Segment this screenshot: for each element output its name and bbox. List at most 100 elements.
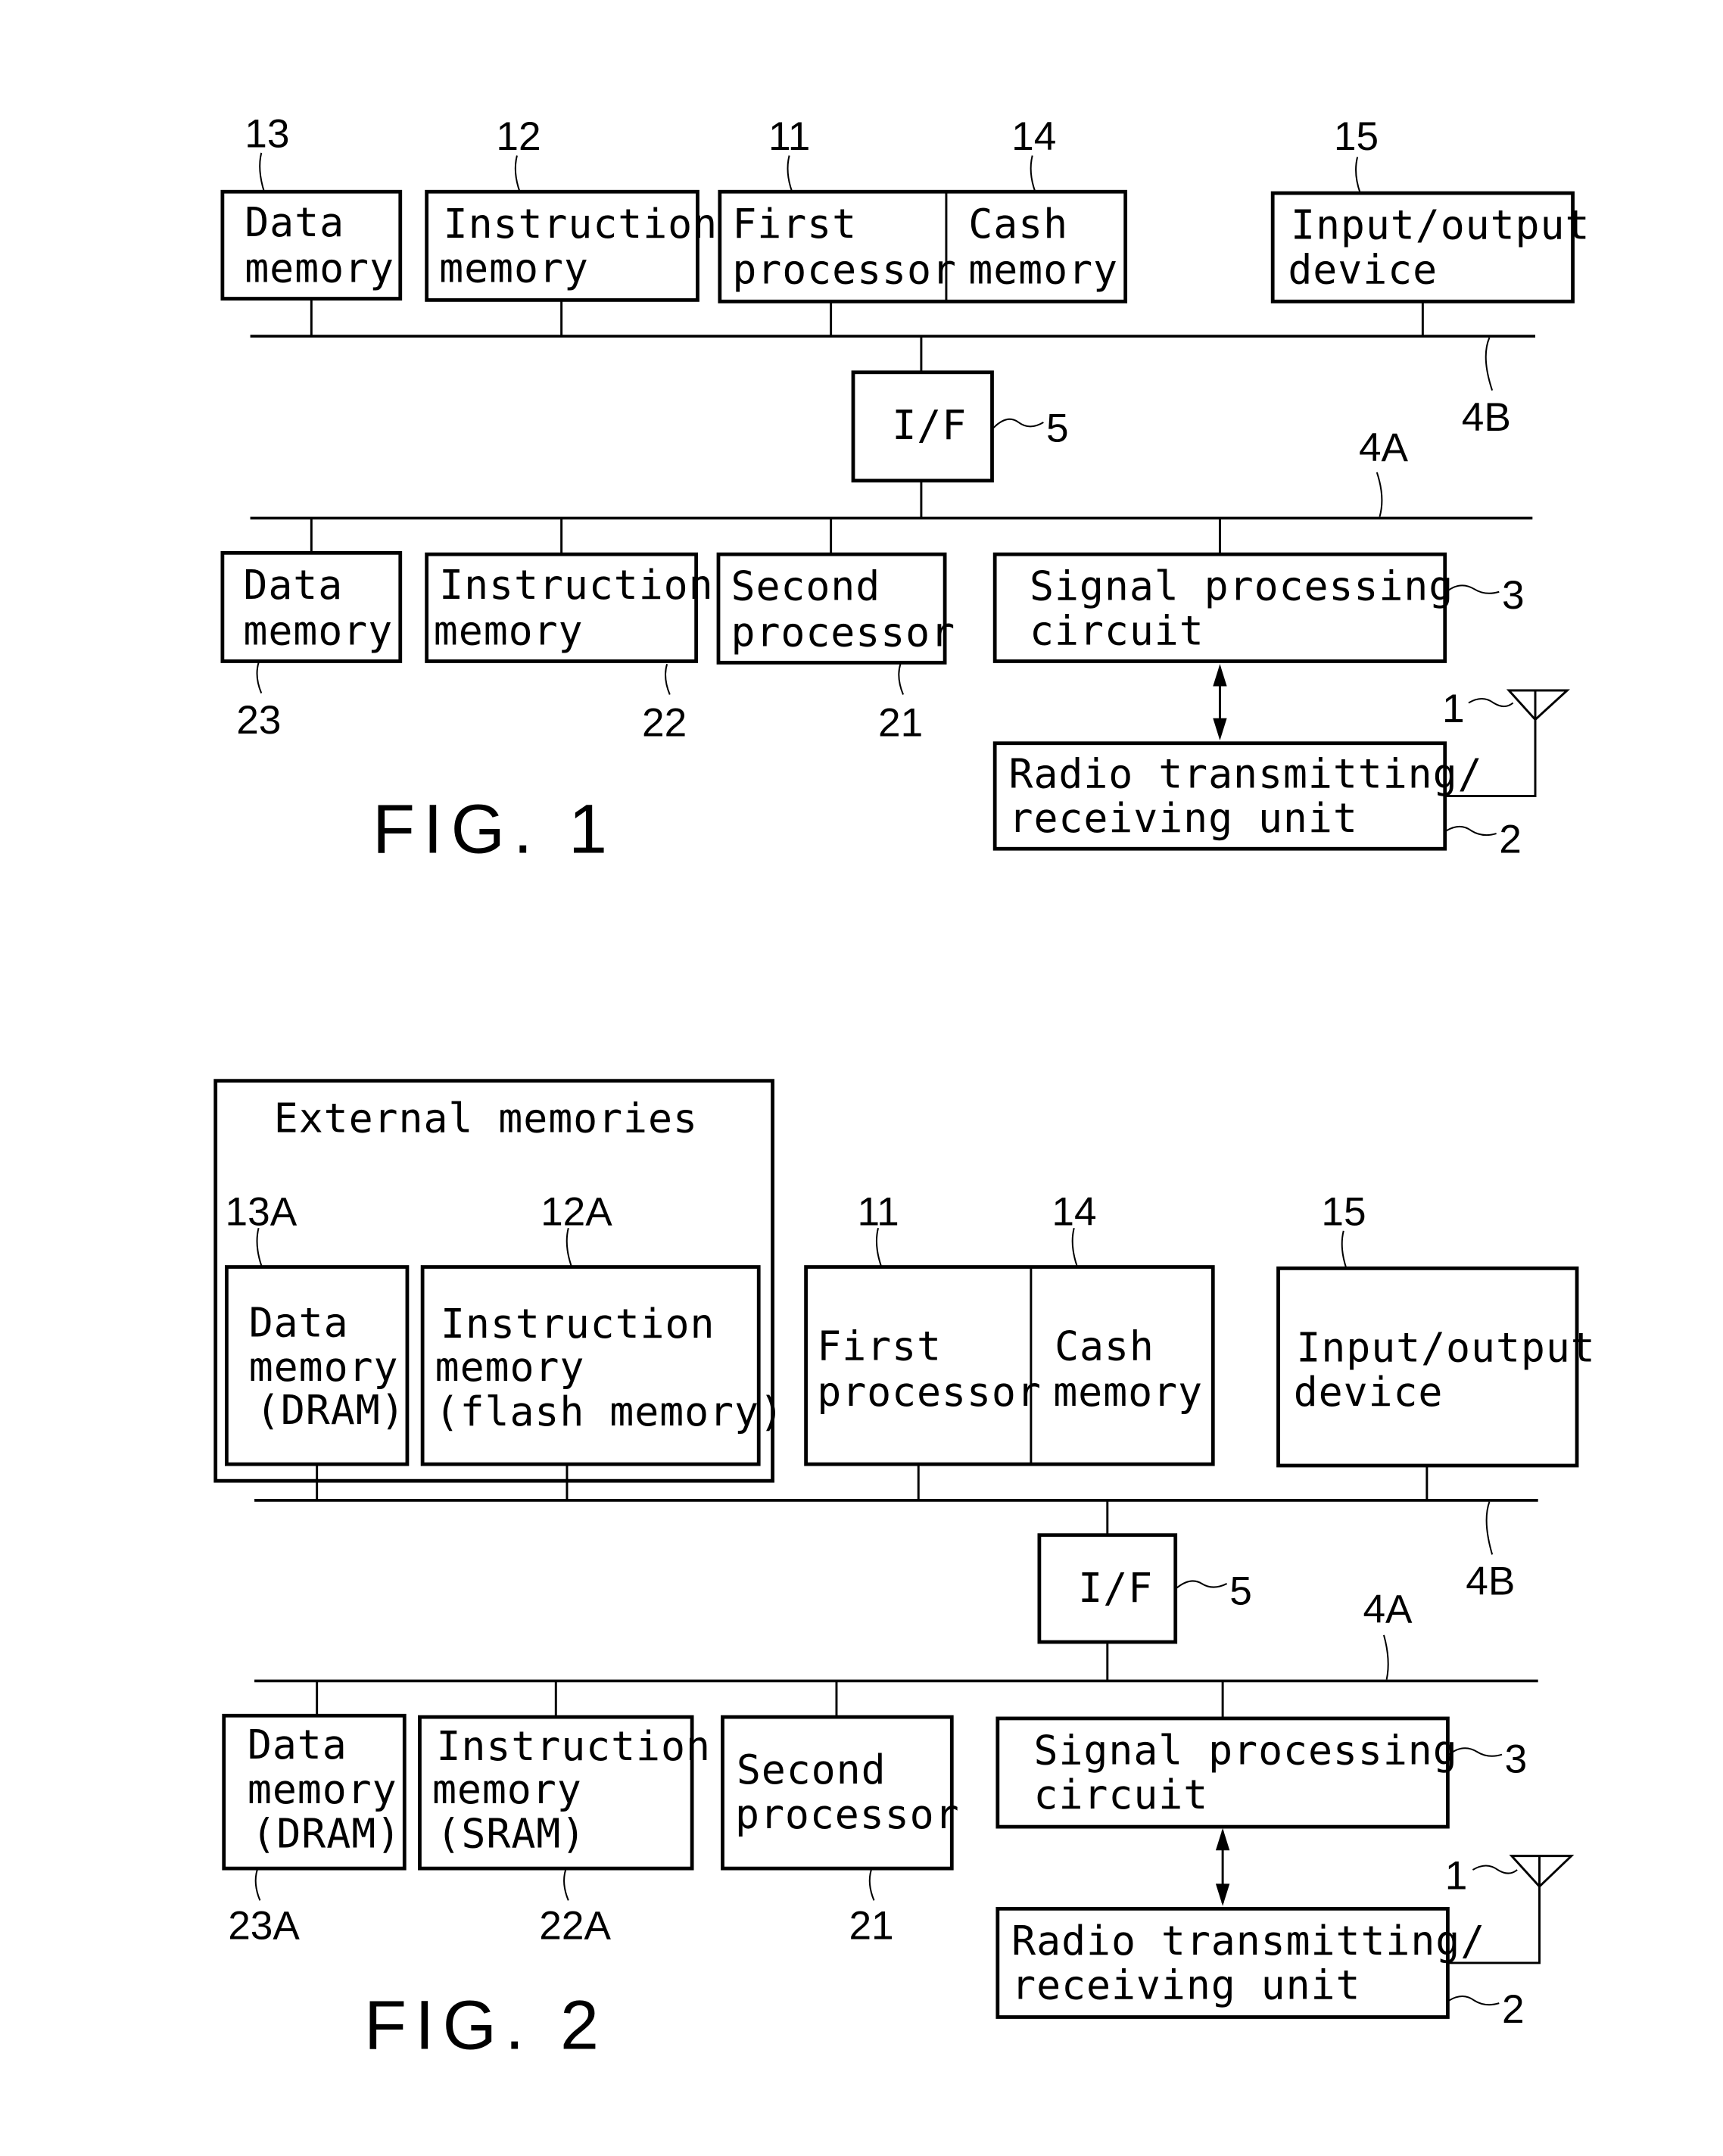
- patent-drawing: Data memory 13 Instruction memory 12 Fir…: [213, 112, 1595, 2064]
- leader-line: [1448, 1995, 1500, 2006]
- leader-line: [1468, 698, 1514, 708]
- leader-line: [563, 1869, 569, 1901]
- figure-caption: FIG. 2: [364, 1987, 607, 2064]
- block-signal-processing: Signal processing circuit 3: [992, 552, 1525, 663]
- ref-numeral: 5: [1046, 407, 1069, 451]
- ref-numeral: 14: [1052, 1190, 1096, 1235]
- ref-numeral: 12: [496, 114, 541, 159]
- ref-numeral: 1: [1442, 687, 1465, 731]
- figure-2: External memories Data memory (DRAM) 13A…: [213, 1079, 1595, 2064]
- leader-line: [898, 663, 904, 695]
- ref-numeral: 23A: [228, 1904, 300, 1949]
- leader-line: [1176, 1580, 1228, 1589]
- block-label: Second: [737, 1746, 886, 1793]
- block-label: (SRAM): [436, 1811, 586, 1858]
- block-label: circuit: [1034, 1771, 1209, 1818]
- block-label: Instruction: [439, 562, 713, 609]
- block-label: Instruction: [441, 1301, 715, 1348]
- leader-line: [1030, 155, 1036, 192]
- leader-line: [1383, 1634, 1389, 1680]
- block-label: device: [1294, 1369, 1444, 1416]
- block-instruction-memory-2: Instruction memory 22: [425, 552, 713, 746]
- block-label: (DRAM): [251, 1811, 401, 1858]
- block-data-memory-2: Data memory (DRAM) 23A: [222, 1713, 407, 1949]
- ref-numeral: 2: [1502, 1987, 1525, 2032]
- bus-label-4a: 4A: [1363, 1587, 1413, 1631]
- block-label: circuit: [1030, 607, 1204, 654]
- block-label: Input/output: [1296, 1324, 1595, 1371]
- block-data-memory: Data memory 13: [220, 112, 403, 301]
- leader-line: [665, 663, 671, 695]
- block-signal-processing: Signal processing circuit 3: [995, 1716, 1528, 1829]
- block-label: processor: [732, 246, 957, 293]
- bidirectional-arrow-icon: [1215, 1827, 1230, 1906]
- leader-line: [1485, 1501, 1494, 1555]
- ref-numeral: 5: [1229, 1569, 1252, 1613]
- ref-numeral: 12A: [541, 1190, 612, 1235]
- block-interface: I/F 5: [851, 370, 1069, 483]
- block-radio-unit: Radio transmitting/ receiving unit 2: [995, 1906, 1525, 2032]
- block-label: memory: [434, 607, 584, 654]
- block-label: memory: [1053, 1369, 1203, 1416]
- block-label: First: [732, 201, 857, 248]
- leader-line: [1485, 337, 1494, 391]
- block-label: Data: [248, 1721, 347, 1768]
- block-label: Signal processing: [1034, 1728, 1458, 1774]
- leader-line: [254, 1869, 261, 1901]
- ref-numeral: 21: [878, 701, 923, 746]
- block-label: receiving unit: [1009, 795, 1358, 842]
- block-label: memory: [432, 1766, 582, 1813]
- block-label: I/F: [1078, 1565, 1153, 1612]
- block-instruction-memory-2: Instruction memory (SRAM) 22A: [418, 1715, 710, 1949]
- block-label: receiving unit: [1011, 1962, 1360, 2009]
- ref-numeral: 21: [849, 1904, 893, 1949]
- ref-numeral: 1: [1445, 1854, 1468, 1899]
- leader-line: [787, 155, 793, 192]
- block-label: I/F: [892, 402, 967, 449]
- leader-line: [1472, 1865, 1518, 1874]
- bus-label-4b: 4B: [1466, 1559, 1515, 1604]
- bus-label-4a: 4A: [1359, 425, 1409, 470]
- block-label: Instruction: [436, 1723, 710, 1770]
- block-radio-unit: Radio transmitting/ receiving unit 2: [992, 741, 1522, 862]
- leader-line: [1446, 825, 1497, 837]
- block-label: memory: [439, 245, 589, 292]
- block-data-memory-2: Data memory 23: [220, 550, 403, 743]
- block-label: memory: [248, 1766, 397, 1813]
- ref-numeral: 2: [1499, 818, 1522, 862]
- block-label: (flash memory): [435, 1388, 784, 1435]
- ref-numeral: 11: [857, 1190, 899, 1235]
- ref-numeral: 14: [1011, 114, 1056, 159]
- group-title: External memories: [274, 1095, 698, 1142]
- block-instruction-memory: Instruction memory 12: [425, 114, 718, 302]
- block-label: Data: [245, 199, 344, 246]
- ref-numeral: 22: [642, 701, 687, 746]
- block-label: Second: [731, 563, 881, 610]
- figure-1: Data memory 13 Instruction memory 12 Fir…: [220, 112, 1590, 868]
- leader-line: [1341, 1230, 1348, 1269]
- ref-numeral: 23: [236, 698, 281, 743]
- block-label: (DRAM): [256, 1387, 406, 1434]
- block-second-processor: Second processor 21: [721, 1715, 959, 1949]
- block-label: Instruction: [444, 201, 718, 248]
- ref-numeral: 13A: [226, 1190, 298, 1235]
- block-label: Input/output: [1291, 202, 1590, 249]
- leader-line: [1445, 584, 1500, 594]
- block-label: memory: [243, 607, 393, 654]
- ref-numeral: 15: [1321, 1190, 1366, 1235]
- block-label: Radio transmitting/: [1009, 750, 1483, 797]
- ref-numeral: 3: [1505, 1737, 1528, 1782]
- block-label: Cash: [1055, 1323, 1154, 1370]
- ref-numeral: 15: [1334, 114, 1379, 159]
- bidirectional-arrow-icon: [1213, 664, 1227, 741]
- ref-numeral: 22A: [539, 1904, 611, 1949]
- leader-line: [259, 152, 265, 192]
- leader-line: [868, 1869, 875, 1901]
- leader-line: [1376, 472, 1383, 517]
- bus-label-4b: 4B: [1462, 395, 1511, 440]
- block-label: Cash: [968, 201, 1068, 248]
- leader-line: [1355, 157, 1361, 194]
- ref-numeral: 13: [245, 112, 289, 157]
- block-label: memory: [245, 245, 394, 292]
- block-label: memory: [249, 1344, 399, 1391]
